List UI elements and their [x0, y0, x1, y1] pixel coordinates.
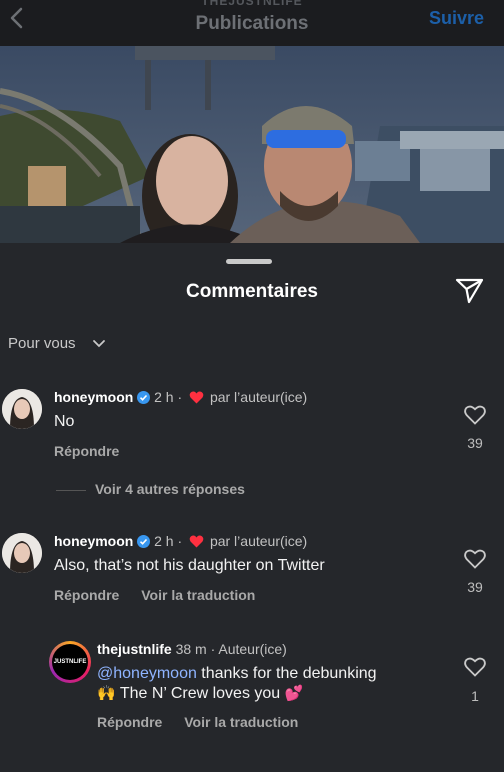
timestamp: 2 h	[154, 533, 174, 549]
comment-actions: Répondre	[54, 443, 137, 459]
comment-actions: Répondre Voir la traduction	[97, 714, 316, 730]
comment-text-part: The N’ Crew loves you	[115, 685, 285, 702]
account-label: THEJUSTNLIFE	[201, 0, 303, 8]
comment-text: Also, that’s not his daughter on Twitter	[54, 557, 325, 574]
like-count: 39	[467, 579, 483, 595]
comment-meta: honeymoon 2 h · par l’auteur(ice)	[54, 533, 308, 549]
avatar-logo: JUSTNLIFE	[52, 644, 88, 680]
reply-button[interactable]: Répondre	[54, 443, 119, 459]
verified-badge-icon	[137, 391, 151, 404]
drag-handle[interactable]	[226, 259, 272, 264]
comment-meta: thejustnlife 38 m · Auteur(ice)	[97, 641, 287, 657]
timestamp: 38 m	[175, 641, 207, 657]
comment-text-line-2: 🙌 The N’ Crew loves you 💕	[97, 683, 303, 704]
heart-outline-icon[interactable]	[464, 657, 486, 677]
mention-link[interactable]: @honeymoon	[97, 665, 197, 682]
verified-badge-icon	[137, 535, 151, 548]
translate-button[interactable]: Voir la traduction	[141, 587, 255, 603]
raising-hands-emoji: 🙌	[97, 684, 116, 702]
two-hearts-emoji: 💕	[284, 684, 304, 702]
like-count: 1	[471, 688, 479, 704]
heart-icon	[189, 535, 204, 548]
like-count: 39	[467, 435, 483, 451]
avatar[interactable]: JUSTNLIFE	[49, 641, 91, 683]
avatar[interactable]	[2, 533, 42, 573]
username[interactable]: thejustnlife	[97, 641, 172, 657]
post-photo	[0, 46, 504, 243]
liked-by-author: par l’auteur(ice)	[209, 389, 308, 405]
reply-button[interactable]: Répondre	[97, 714, 162, 730]
comments-sheet: Commentaires Pour vous honeymoon 2 h · p…	[0, 243, 504, 772]
heart-icon	[189, 391, 204, 404]
comment-meta: honeymoon 2 h · par l’auteur(ice)	[54, 389, 308, 405]
timestamp: 2 h	[154, 389, 174, 405]
translate-button[interactable]: Voir la traduction	[184, 714, 298, 730]
comment-text: @honeymoon thanks for the debunking	[97, 663, 377, 684]
author-label: Auteur(ice)	[218, 641, 287, 657]
username[interactable]: honeymoon	[54, 533, 133, 549]
replies-divider	[56, 490, 86, 491]
top-bar: THEJUSTNLIFE Publications Suivre	[0, 0, 504, 46]
view-replies-button[interactable]: Voir 4 autres réponses	[95, 481, 245, 497]
comment-text-part: thanks for the debunking	[196, 665, 377, 682]
liked-by-author: par l’auteur(ice)	[209, 533, 308, 549]
heart-outline-icon[interactable]	[464, 405, 486, 425]
username[interactable]: honeymoon	[54, 389, 133, 405]
avatar[interactable]	[2, 389, 42, 429]
sheet-title: Commentaires	[186, 281, 318, 302]
follow-button[interactable]: Suivre	[429, 8, 484, 29]
chevron-down-icon[interactable]	[92, 339, 106, 349]
heart-outline-icon[interactable]	[464, 549, 486, 569]
reply-button[interactable]: Répondre	[54, 587, 119, 603]
comment-text: No	[54, 413, 75, 430]
filter-dropdown[interactable]: Pour vous	[8, 335, 76, 352]
send-icon[interactable]	[455, 277, 485, 305]
comment-actions: Répondre Voir la traduction	[54, 587, 273, 603]
